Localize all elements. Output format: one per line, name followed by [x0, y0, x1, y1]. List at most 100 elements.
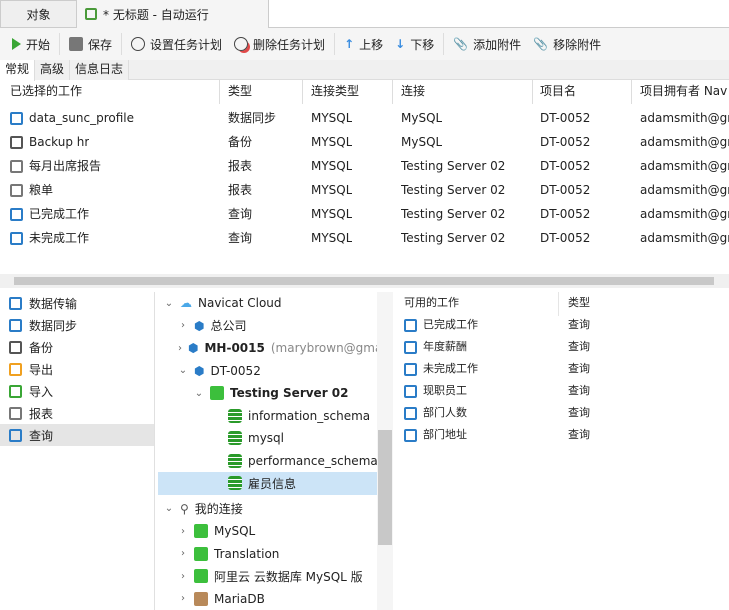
save-icon — [69, 37, 84, 51]
cell: adamsmith@gma — [640, 159, 729, 173]
table-header: 已选择的工作 类型 连接类型 连接 项目名 项目拥有者 Nav — [0, 80, 729, 104]
chevron-right-icon[interactable]: › — [178, 526, 188, 537]
tree-item-database[interactable]: mysql — [158, 427, 392, 450]
category-item[interactable]: 导入 — [0, 380, 154, 402]
col-header[interactable]: 连接类型 — [311, 80, 393, 104]
scrollbar-thumb[interactable] — [378, 430, 392, 545]
scrollbar-thumb[interactable] — [14, 277, 714, 285]
list-item[interactable]: 已完成工作 查询 — [396, 314, 729, 336]
cell: MYSQL — [311, 159, 353, 173]
cell: 查询 — [568, 340, 590, 353]
chevron-down-icon[interactable]: ⌄ — [164, 298, 174, 309]
tree-item-navicat-cloud[interactable]: ⌄ ☁ Navicat Cloud — [158, 292, 392, 315]
cell: 查询 — [568, 318, 590, 331]
col-header[interactable]: 可用的工作 — [404, 292, 559, 316]
list-item[interactable]: 年度薪酬 查询 — [396, 336, 729, 358]
start-button[interactable]: 开始 — [6, 32, 56, 56]
query-icon — [404, 384, 417, 398]
move-down-button[interactable]: ↓ 下移 — [389, 32, 440, 56]
table-row[interactable]: Backup hr 备份 MYSQL MySQL DT-0052 adamsmith@gm… — [0, 130, 729, 154]
tab-objects[interactable]: 对象 — [0, 0, 77, 28]
tree-item-hq[interactable]: › ⬢ 总公司 — [158, 315, 392, 338]
category-item[interactable]: 导出 — [0, 358, 154, 380]
chevron-down-icon[interactable]: ⌄ — [194, 388, 204, 399]
chevron-right-icon[interactable]: › — [178, 593, 188, 604]
tree-item-database[interactable]: information_schema — [158, 405, 392, 428]
database-icon — [228, 408, 242, 423]
job-category-list: 数据传输 数据同步 备份 导出 导入 报表 查询 — [0, 292, 155, 610]
category-item[interactable]: 查询 — [0, 424, 154, 446]
col-header[interactable]: 已选择的工作 — [10, 80, 220, 104]
divider — [334, 33, 336, 55]
subtab-general[interactable]: 常规 — [0, 60, 36, 81]
cell: 未完成工作 — [10, 226, 89, 250]
subtab-advanced[interactable]: 高级 — [35, 60, 71, 80]
cell: 部门地址 — [404, 424, 467, 448]
connection-plug-icon: ⚲ — [180, 501, 189, 516]
tree-item-testing-server[interactable]: ⌄ Testing Server 02 — [158, 382, 392, 405]
add-attachment-button[interactable]: 📎 添加附件 — [447, 32, 527, 56]
set-schedule-button[interactable]: 设置任务计划 — [125, 32, 228, 56]
subtab-log[interactable]: 信息日志 — [70, 60, 130, 80]
cell: Testing Server 02 — [401, 183, 506, 197]
chevron-right-icon[interactable]: › — [178, 548, 188, 559]
category-item[interactable]: 数据传输 — [0, 292, 154, 314]
cell: 数据同步 — [228, 111, 277, 125]
cell: 已完成工作 — [10, 202, 89, 226]
shared-project-icon: ⬢ — [188, 341, 199, 356]
project-icon: ⬢ — [194, 318, 205, 333]
automation-icon — [85, 8, 97, 20]
category-item[interactable]: 报表 — [0, 402, 154, 424]
table-row[interactable]: 已完成工作 查询 MYSQL Testing Server 02 DT-0052 adam… — [0, 202, 729, 226]
divider — [59, 33, 61, 55]
tree-item-connection[interactable]: › Translation — [158, 543, 392, 566]
chevron-down-icon[interactable]: ⌄ — [164, 503, 174, 514]
tab-automation[interactable]: * 无标题 - 自动运行 — [77, 0, 269, 28]
category-icon — [9, 428, 22, 442]
tree-item-mh-0015[interactable]: ›⬢MH-0015(marybrown@gmail.com) — [158, 337, 392, 360]
tree-item-connection[interactable]: › 阿里云 云数据库 MySQL 版 — [158, 565, 392, 588]
tree-item-connection[interactable]: › MariaDB — [158, 588, 392, 610]
cell: adamsmith@gma — [640, 231, 729, 245]
cell: data_sunc_profile — [10, 106, 134, 130]
col-header[interactable]: 类型 — [228, 80, 303, 104]
cell: MYSQL — [311, 183, 353, 197]
col-header[interactable]: 项目名 — [540, 80, 632, 104]
list-item[interactable]: 部门人数 查询 — [396, 402, 729, 424]
tree-item-dt-0052[interactable]: ⌄ ⬢ DT-0052 — [158, 360, 392, 383]
cell: DT-0052 — [540, 207, 591, 221]
tree-item-database[interactable]: performance_schema — [158, 450, 392, 473]
table-row[interactable]: 每月出席报告 报表 MYSQL Testing Server 02 DT-0052 ada… — [0, 154, 729, 178]
list-item[interactable]: 部门地址 查询 — [396, 424, 729, 446]
cell: 已完成工作 — [404, 314, 478, 338]
tree-item-database[interactable]: 雇员信息 — [158, 472, 392, 495]
list-item[interactable]: 现职员工 查询 — [396, 380, 729, 402]
cell: 查询 — [568, 406, 590, 419]
paperclip-add-icon: 📎 — [453, 37, 469, 51]
col-header[interactable]: 连接 — [401, 80, 533, 104]
table-row[interactable]: data_sunc_profile 数据同步 MYSQL MySQL DT-0052 ad… — [0, 106, 729, 130]
chevron-right-icon[interactable]: › — [178, 571, 188, 582]
chevron-down-icon[interactable]: ⌄ — [178, 365, 188, 376]
list-header: 可用的工作 类型 — [396, 292, 729, 316]
category-item[interactable]: 备份 — [0, 336, 154, 358]
job-type-icon — [10, 232, 23, 245]
selected-jobs-table: 已选择的工作 类型 连接类型 连接 项目名 项目拥有者 Nav data_sun… — [0, 80, 729, 250]
move-up-button[interactable]: ↑ 上移 — [338, 32, 389, 56]
tree-item-connection[interactable]: › MySQL — [158, 520, 392, 543]
category-item[interactable]: 数据同步 — [0, 314, 154, 336]
connection-icon — [194, 591, 208, 606]
table-row[interactable]: 未完成工作 查询 MYSQL Testing Server 02 DT-0052 adam… — [0, 226, 729, 250]
col-header[interactable]: 项目拥有者 Nav — [640, 80, 729, 104]
tree-item-my-connections[interactable]: ⌄ ⚲ 我的连接 — [158, 498, 392, 521]
chevron-right-icon[interactable]: › — [178, 320, 188, 331]
table-row[interactable]: 粮单 报表 MYSQL Testing Server 02 DT-0052 adamsmi… — [0, 178, 729, 202]
delete-schedule-button[interactable]: 删除任务计划 — [228, 32, 331, 56]
query-icon — [404, 428, 417, 442]
list-item[interactable]: 未完成工作 查询 — [396, 358, 729, 380]
save-button[interactable]: 保存 — [63, 32, 118, 56]
chevron-right-icon[interactable]: › — [178, 343, 182, 354]
category-icon — [9, 296, 22, 310]
col-header[interactable]: 类型 — [568, 292, 590, 316]
remove-attachment-button[interactable]: 📎 移除附件 — [527, 32, 607, 56]
